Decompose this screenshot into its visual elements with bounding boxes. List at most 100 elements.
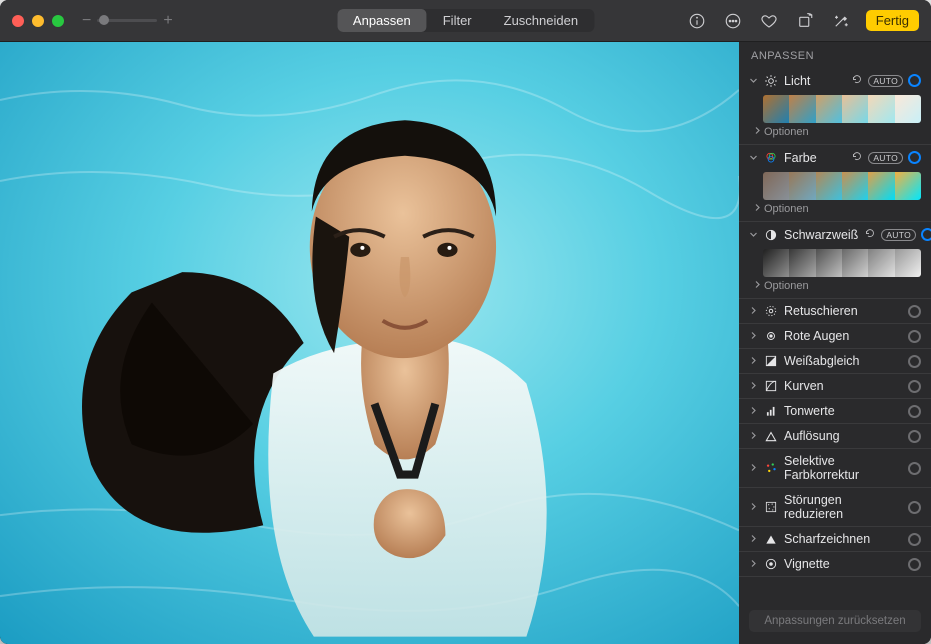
section-header-light[interactable]: Licht AUTO [739,68,931,93]
section-header[interactable]: Kurven [739,374,931,398]
section-label: Vignette [784,557,902,571]
section-label: Weißabgleich [784,354,902,368]
zoom-slider[interactable]: − + [82,12,173,30]
window-controls [12,15,64,27]
reset-icon[interactable] [864,227,876,242]
section-collapsed: Weißabgleich [739,349,931,374]
more-icon[interactable] [722,10,744,32]
auto-button[interactable]: AUTO [881,229,916,241]
enable-toggle[interactable] [908,330,921,343]
options-label: Optionen [764,126,809,138]
section-header[interactable]: Störungen reduzieren [739,488,931,526]
tab-adjust[interactable]: Anpassen [337,9,427,32]
adjust-tool-icon [764,404,778,418]
enable-toggle[interactable] [908,533,921,546]
preview-strip-bw[interactable] [763,249,921,277]
edit-mode-tabs: Anpassen Filter Zuschneiden [337,9,594,32]
rotate-icon[interactable] [794,10,816,32]
done-button[interactable]: Fertig [866,10,919,31]
section-label: Retuschieren [784,304,902,318]
chevron-down-icon [749,151,758,165]
options-toggle-light[interactable]: Optionen [739,126,931,144]
adjust-tool-icon [764,461,778,475]
section-header-color[interactable]: Farbe AUTO [739,145,931,170]
section-header-bw[interactable]: Schwarzweiß AUTO [739,222,931,247]
enable-toggle[interactable] [908,462,921,475]
section-label: Auflösung [784,429,902,443]
section-header[interactable]: Rote Augen [739,324,931,348]
info-icon[interactable] [686,10,708,32]
enable-toggle[interactable] [908,558,921,571]
enable-toggle[interactable] [908,380,921,393]
section-bw: Schwarzweiß AUTO Optionen [739,222,931,299]
section-collapsed: Auflösung [739,424,931,449]
section-header[interactable]: Auflösung [739,424,931,448]
section-collapsed: Selektive Farbkorrektur [739,449,931,488]
options-toggle-bw[interactable]: Optionen [739,280,931,298]
enable-toggle[interactable] [908,355,921,368]
auto-enhance-icon[interactable] [830,10,852,32]
chevron-right-icon [749,532,758,546]
panel-title: ANPASSEN [739,42,931,68]
section-collapsed: Scharfzeichnen [739,527,931,552]
minimize-window-button[interactable] [32,15,44,27]
section-header[interactable]: Selektive Farbkorrektur [739,449,931,487]
enable-toggle[interactable] [921,228,931,241]
adjust-sidebar: ANPASSEN Licht AUTO Optionen Farbe [739,42,931,644]
expanded-sections: Licht AUTO Optionen Farbe AUTO [739,68,931,299]
photo-canvas[interactable] [0,42,739,644]
chevron-right-icon [749,557,758,571]
preview-strip-color[interactable] [763,172,921,200]
bw-icon [764,228,778,242]
enable-toggle[interactable] [908,74,921,87]
reset-icon[interactable] [851,150,863,165]
chevron-right-icon [749,304,758,318]
adjust-tool-icon [764,304,778,318]
section-header[interactable]: Retuschieren [739,299,931,323]
photos-edit-window: − + Anpassen Filter Zuschneiden [0,0,931,644]
section-collapsed: Tonwerte [739,399,931,424]
section-header[interactable]: Tonwerte [739,399,931,423]
enable-toggle[interactable] [908,405,921,418]
section-label: Farbe [784,151,845,165]
adjust-tool-icon [764,354,778,368]
chevron-right-icon [753,126,760,138]
reset-adjustments-button[interactable]: Anpassungen zurücksetzen [749,610,921,632]
section-header[interactable]: Weißabgleich [739,349,931,373]
preview-strip-light[interactable] [763,95,921,123]
chevron-right-icon [749,429,758,443]
section-color: Farbe AUTO Optionen [739,145,931,222]
chevron-right-icon [749,354,758,368]
chevron-right-icon [749,404,758,418]
section-label: Scharfzeichnen [784,532,902,546]
enable-toggle[interactable] [908,501,921,514]
section-light: Licht AUTO Optionen [739,68,931,145]
section-label: Tonwerte [784,404,902,418]
enable-toggle[interactable] [908,151,921,164]
auto-button[interactable]: AUTO [868,152,903,164]
section-label: Schwarzweiß [784,228,858,242]
tab-filter[interactable]: Filter [427,9,488,32]
enable-toggle[interactable] [908,430,921,443]
section-label: Rote Augen [784,329,902,343]
reset-icon[interactable] [851,73,863,88]
adjust-tool-icon [764,329,778,343]
favorite-icon[interactable] [758,10,780,32]
options-toggle-color[interactable]: Optionen [739,203,931,221]
chevron-down-icon [749,228,758,242]
toolbar-right: Fertig [686,10,919,32]
chevron-right-icon [749,329,758,343]
section-collapsed: Störungen reduzieren [739,488,931,527]
enable-toggle[interactable] [908,305,921,318]
fullscreen-window-button[interactable] [52,15,64,27]
options-label: Optionen [764,203,809,215]
section-header[interactable]: Vignette [739,552,931,576]
chevron-right-icon [749,500,758,514]
section-header[interactable]: Scharfzeichnen [739,527,931,551]
section-collapsed: Vignette [739,552,931,577]
close-window-button[interactable] [12,15,24,27]
chevron-right-icon [753,203,760,215]
section-collapsed: Retuschieren [739,299,931,324]
auto-button[interactable]: AUTO [868,75,903,87]
tab-crop[interactable]: Zuschneiden [488,9,594,32]
